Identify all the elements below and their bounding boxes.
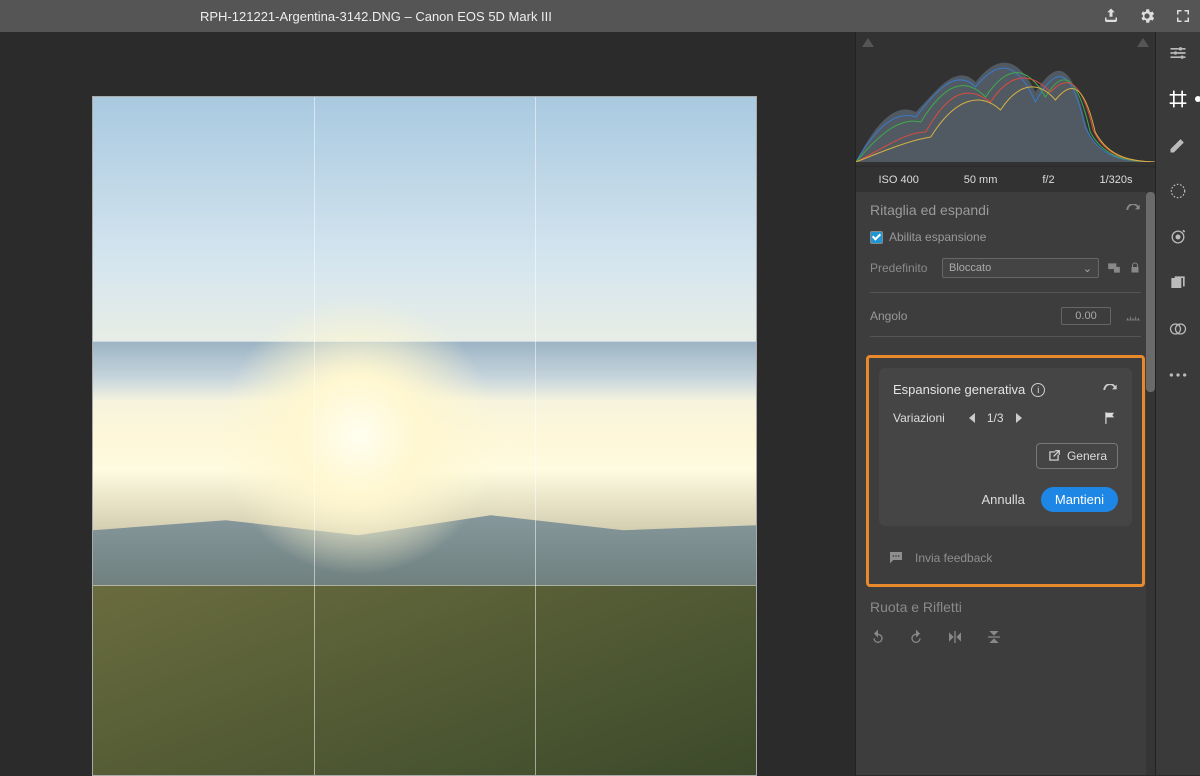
preset-value: Bloccato xyxy=(949,262,991,274)
radial-mask-icon[interactable] xyxy=(1167,180,1189,202)
exif-row: ISO 400 50 mm f/2 1/320s xyxy=(856,166,1155,192)
tool-rail xyxy=(1155,32,1200,775)
variations-label: Variazioni xyxy=(893,411,945,425)
right-panel: ISO 400 50 mm f/2 1/320s Ritaglia ed esp… xyxy=(855,32,1155,775)
reset-icon[interactable] xyxy=(1102,384,1118,396)
reset-icon[interactable] xyxy=(1125,204,1141,216)
generate-button[interactable]: Genera xyxy=(1036,443,1118,469)
scrollbar-thumb[interactable] xyxy=(1146,192,1155,392)
exif-aperture: f/2 xyxy=(1042,174,1054,186)
straighten-icon[interactable] xyxy=(1125,310,1141,322)
enable-expand-checkbox[interactable] xyxy=(870,231,883,244)
swap-orientation-icon[interactable] xyxy=(1107,261,1121,275)
redeye-tool-icon[interactable] xyxy=(1167,226,1189,248)
variations-value: 1/3 xyxy=(987,411,1004,425)
tutorial-highlight: Espansione generativa i Variazioni 1/3 xyxy=(866,355,1145,587)
cancel-button[interactable]: Annulla xyxy=(981,492,1024,507)
document-title: RPH-121221-Argentina-3142.DNG – Canon EO… xyxy=(200,9,552,24)
heal-tool-icon[interactable] xyxy=(1167,134,1189,156)
export-icon[interactable] xyxy=(1102,7,1120,25)
exif-shutter: 1/320s xyxy=(1100,174,1133,186)
crop-frame[interactable] xyxy=(92,96,757,776)
more-icon[interactable] xyxy=(1167,364,1189,386)
rotate-panel-title: Ruota e Rifletti xyxy=(870,599,1141,615)
keep-button[interactable]: Mantieni xyxy=(1041,487,1118,512)
variation-next-icon[interactable] xyxy=(1016,413,1022,423)
preset-label: Predefinito xyxy=(870,261,934,275)
chevron-down-icon: ⌄ xyxy=(1083,262,1092,275)
flip-horizontal-icon[interactable] xyxy=(946,629,964,645)
gear-icon[interactable] xyxy=(1138,7,1156,25)
generate-label: Genera xyxy=(1067,449,1107,463)
crop-tool-icon[interactable] xyxy=(1167,88,1189,110)
flip-vertical-icon[interactable] xyxy=(986,629,1002,645)
enable-expand-label: Abilita espansione xyxy=(889,230,986,244)
highlight-clip-icon[interactable] xyxy=(1137,38,1149,47)
info-icon[interactable]: i xyxy=(1031,383,1045,397)
angle-value[interactable]: 0.00 xyxy=(1061,307,1111,325)
histogram[interactable]: ISO 400 50 mm f/2 1/320s xyxy=(856,32,1155,192)
variation-prev-icon[interactable] xyxy=(969,413,975,423)
preset-select[interactable]: Bloccato ⌄ xyxy=(942,258,1099,278)
shadow-clip-icon[interactable] xyxy=(862,38,874,47)
lock-icon[interactable] xyxy=(1129,261,1141,275)
crop-panel-title: Ritaglia ed espandi xyxy=(870,202,989,218)
rotate-panel: Ruota e Rifletti xyxy=(856,587,1155,657)
flag-icon[interactable] xyxy=(1102,411,1118,425)
canvas-area[interactable] xyxy=(0,32,855,775)
top-bar: RPH-121221-Argentina-3142.DNG – Canon EO… xyxy=(0,0,1200,32)
exif-focal: 50 mm xyxy=(964,174,998,186)
gen-panel-title: Espansione generativa xyxy=(893,382,1025,397)
photo-preview xyxy=(93,97,756,775)
rotate-cw-icon[interactable] xyxy=(908,629,924,645)
scrollbar-track[interactable] xyxy=(1146,192,1155,775)
feedback-label[interactable]: Invia feedback xyxy=(915,551,992,565)
exif-iso: ISO 400 xyxy=(878,174,918,186)
rotate-ccw-icon[interactable] xyxy=(870,629,886,645)
generative-expand-panel: Espansione generativa i Variazioni 1/3 xyxy=(879,368,1132,526)
angle-slider[interactable] xyxy=(870,329,1141,337)
angle-label: Angolo xyxy=(870,309,907,323)
feedback-icon[interactable] xyxy=(887,550,905,566)
crop-panel: Ritaglia ed espandi Abilita espansione P… xyxy=(856,192,1155,347)
fullscreen-icon[interactable] xyxy=(1174,7,1192,25)
sliders-icon[interactable] xyxy=(1167,42,1189,64)
lens-blur-icon[interactable] xyxy=(1167,318,1189,340)
layers-icon[interactable] xyxy=(1167,272,1189,294)
